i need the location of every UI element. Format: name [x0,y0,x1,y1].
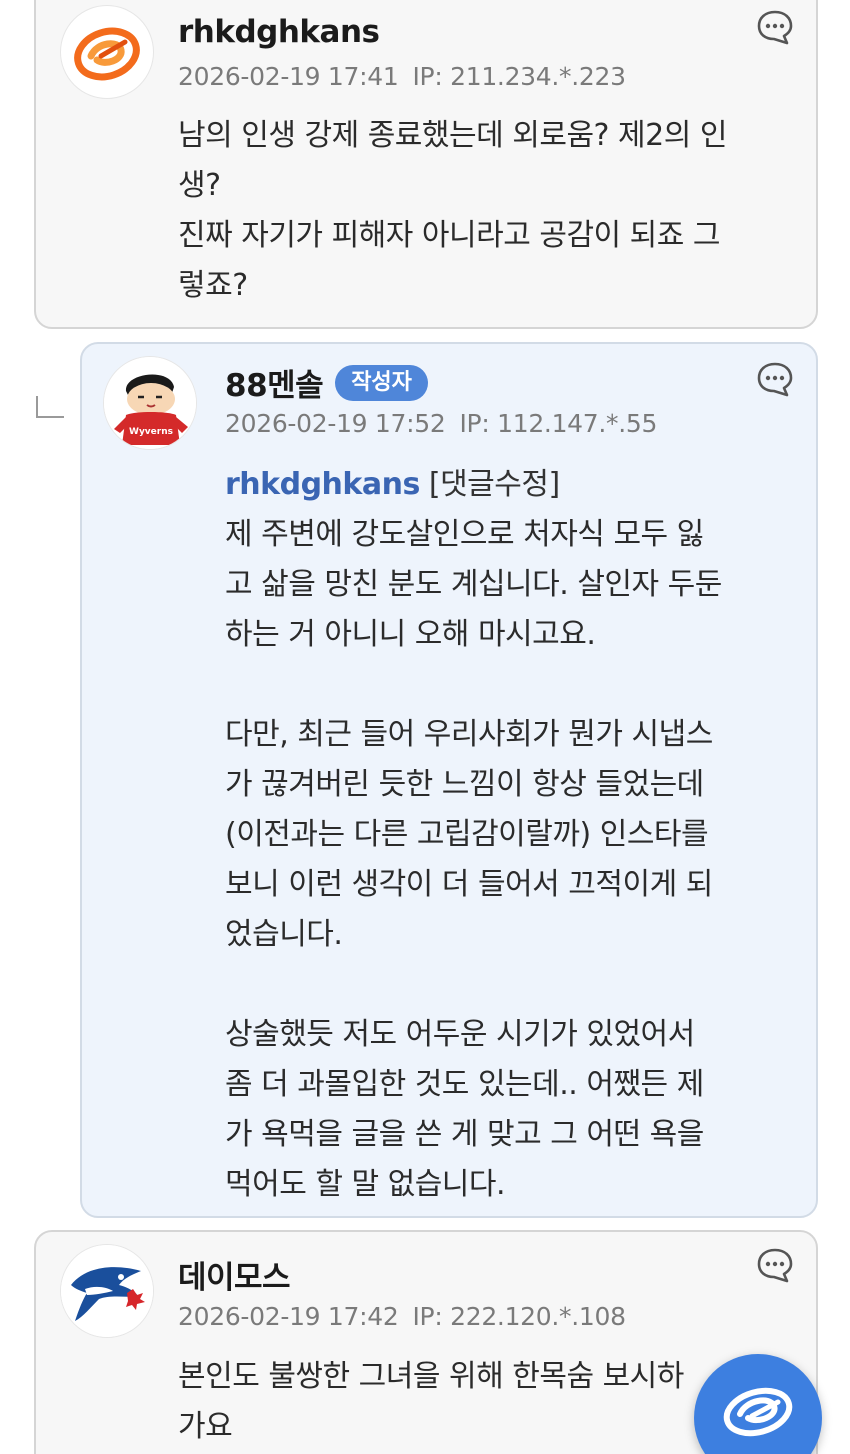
comment-meta: 2026-02-19 17:52 IP: 112.147.*.55 [225,409,657,438]
author-name[interactable]: 데이모스 [178,1252,291,1297]
speech-bubble-icon [757,1248,793,1283]
comment-meta: 2026-02-19 17:41 IP: 211.234.*.223 [178,62,626,91]
author-name[interactable]: 88멘솔 [225,360,324,405]
comment-list: rhkdghkans 2026-02-19 17:41 IP: 211.234.*… [0,0,850,1454]
author-name[interactable]: rhkdghkans [178,14,380,50]
reply-button[interactable] [756,360,794,398]
orange-logo-icon [73,18,141,86]
comment-text: 남의 인생 강제 종료했는데 외로움? 제2의 인 생? 진짜 자기가 피해자 … [178,118,727,303]
comment-text: rhkdghkans [댓글수정] 제 주변에 강도살인으로 처자식 모두 잃 … [225,467,722,1202]
avatar[interactable] [60,1244,154,1338]
comment-meta: 2026-02-19 17:42 IP: 222.120.*.108 [178,1302,626,1331]
comment-ip: IP: 211.234.*.223 [412,62,626,91]
cartoon-avatar-icon: Wyverns [104,357,196,449]
reply-button[interactable] [756,1246,794,1284]
blue-jay-logo-icon [61,1245,153,1337]
avatar[interactable] [60,5,154,99]
svg-text:Wyverns: Wyverns [129,427,173,437]
speech-bubble-icon [757,362,793,397]
comment-date: 2026-02-19 17:41 [178,62,399,91]
reply-button[interactable] [756,8,794,46]
mention-link[interactable]: rhkdghkans [225,467,420,502]
comment-date: 2026-02-19 17:42 [178,1302,399,1331]
comment-ip: IP: 222.120.*.108 [412,1302,626,1331]
app-logo-icon [723,1387,793,1437]
speech-bubble-icon [757,10,793,45]
reply-connector [36,396,64,418]
edit-tag: [댓글수정] [428,467,560,502]
comment-ip: IP: 112.147.*.55 [459,409,658,438]
comment-date: 2026-02-19 17:52 [225,409,446,438]
author-badge: 작성자 [335,364,428,401]
avatar[interactable]: Wyverns [103,356,197,450]
